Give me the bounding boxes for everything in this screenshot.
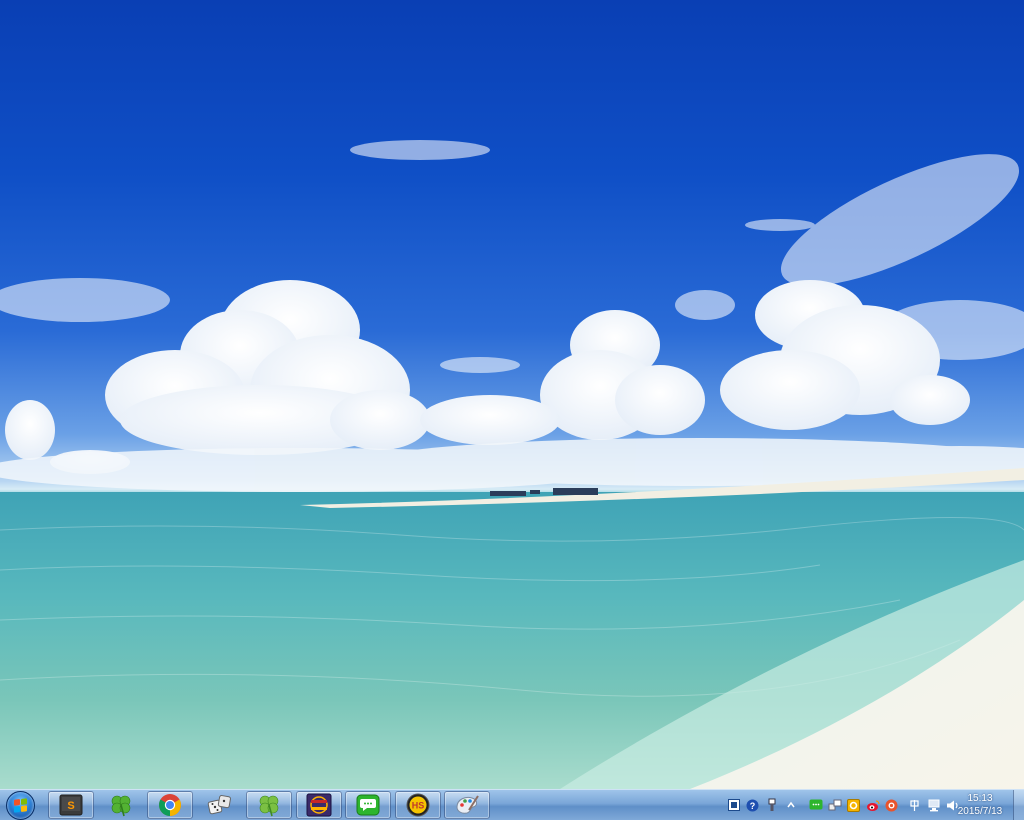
taskbar-app-clover-1[interactable] xyxy=(98,791,144,819)
dice-icon xyxy=(207,795,231,815)
svg-text:HS: HS xyxy=(412,801,425,811)
chevron-up-icon[interactable] xyxy=(783,798,798,813)
notification-area: ? xyxy=(724,790,962,820)
taskbar-app-chat[interactable] xyxy=(345,791,391,819)
hs-badge-icon: HS xyxy=(406,793,430,817)
sogou-icon[interactable] xyxy=(884,798,899,813)
clock-time: 15:13 xyxy=(967,793,993,804)
system-clock[interactable]: 15:13 2015/7/13 xyxy=(950,792,1010,819)
taskbar-app-dice[interactable] xyxy=(197,791,243,819)
sublime-text-icon: S xyxy=(59,794,83,816)
weibo-icon[interactable] xyxy=(865,798,880,813)
taskbar-app-sublime-text[interactable]: S xyxy=(48,791,94,819)
java-ee-ide-icon xyxy=(306,793,332,817)
chat-bubble-icon xyxy=(356,794,380,816)
usb-device-icon[interactable] xyxy=(764,798,779,813)
taskbar-app-hs[interactable]: HS xyxy=(395,791,441,819)
chrome-icon xyxy=(159,794,181,816)
clover-icon xyxy=(259,795,279,817)
taskbar-app-clover-2[interactable] xyxy=(246,791,292,819)
taskbar-app-java-ee-ide[interactable] xyxy=(296,791,342,819)
taskbar-app-paint[interactable] xyxy=(444,791,490,819)
network-share-icon[interactable] xyxy=(827,798,842,813)
help-icon[interactable]: ? xyxy=(745,798,760,813)
network-icon[interactable] xyxy=(926,798,941,813)
svg-text:S: S xyxy=(67,800,74,812)
taskbar: S HS ? 15:13 2015/7/13 xyxy=(0,789,1024,820)
taskbar-app-chrome[interactable] xyxy=(147,791,193,819)
wechat-icon[interactable] xyxy=(808,798,823,813)
clover-icon xyxy=(111,795,131,817)
outlook-icon[interactable] xyxy=(846,798,861,813)
paint-palette-icon xyxy=(456,795,479,814)
desktop-wallpaper xyxy=(0,0,1024,789)
windows-logo-icon xyxy=(5,791,35,820)
start-button[interactable] xyxy=(3,791,37,820)
show-desktop-button[interactable] xyxy=(1013,790,1024,820)
input-method-icon[interactable] xyxy=(726,798,741,813)
svg-text:?: ? xyxy=(750,801,756,811)
clock-date: 2015/7/13 xyxy=(957,806,1003,817)
ime-cn-icon[interactable] xyxy=(907,798,922,813)
wallpaper-scene xyxy=(0,140,1024,789)
